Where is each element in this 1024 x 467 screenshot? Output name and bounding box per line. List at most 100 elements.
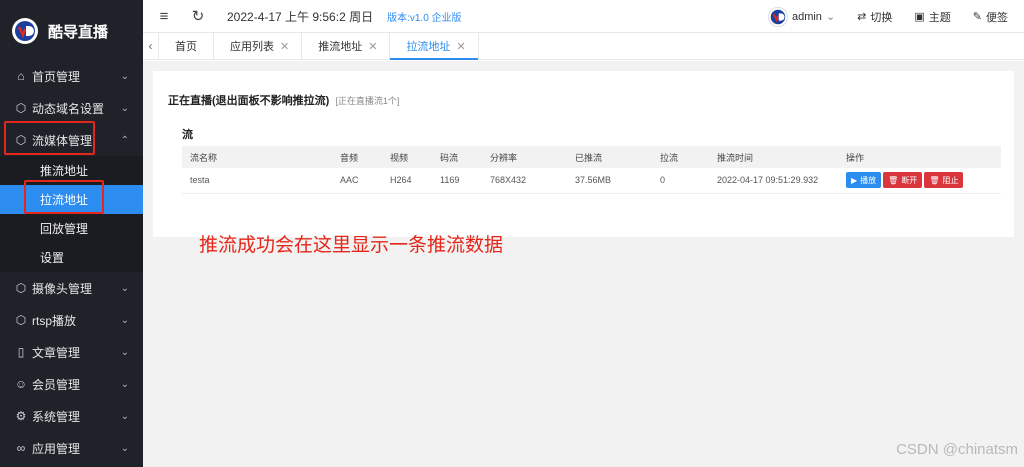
section-label: 流: [182, 129, 193, 141]
menu-toggle-icon[interactable]: ≡: [155, 8, 173, 25]
play-button[interactable]: ▶ 播放: [846, 172, 882, 189]
avatar: [767, 6, 788, 27]
topbar: ≡ ↻ 2022-4-17 上午 9:56:2 周日 版本:v1.0 企业版 a…: [143, 0, 1024, 33]
cell-audio: AAC: [332, 168, 382, 194]
col-header: 视频: [382, 146, 432, 168]
chevron-down-icon: ⌄: [120, 282, 129, 294]
watermark: CSDN @chinatsm: [896, 441, 1018, 458]
close-icon[interactable]: ✕: [280, 40, 289, 53]
col-header: 拉流: [652, 146, 709, 168]
user-menu[interactable]: admin ⌄: [767, 6, 836, 27]
sidebar-item-label: 系统管理: [32, 409, 81, 424]
annotation-text: 推流成功会在这里显示一条推流数据: [199, 235, 504, 256]
table-header-row: 流名称 音频 视频 码流 分辨率 已推流 拉流 推流时间 操作: [182, 146, 1001, 168]
sidebar: 酷导直播 ⌂ 首页管理 ⌄ ⬡ 动态域名设置 ⌄ ⬡ 流媒体管理 ⌃ 推流地址 …: [0, 0, 143, 467]
pencil-icon: ✎: [972, 11, 982, 23]
block-label: 阻止: [942, 175, 959, 185]
switch-icon: ⇄: [857, 11, 867, 23]
subitem-label: 拉流地址: [40, 193, 89, 207]
cell-time: 2022-04-17 09:51:29.932: [709, 168, 838, 194]
cell-video: H264: [382, 168, 432, 194]
switch-button[interactable]: ⇄ 切换: [857, 9, 892, 25]
chevron-down-icon: ⌄: [120, 410, 129, 422]
tabs-bar: ‹ 首页 应用列表 ✕ 推流地址 ✕ 拉流地址 ✕: [143, 33, 1024, 60]
chevron-down-icon: ⌄: [120, 346, 129, 358]
datetime: 2022-4-17 上午 9:56:2 周日: [227, 9, 374, 24]
cell-bitrate: 1169: [432, 168, 482, 194]
logo-icon: [12, 18, 38, 44]
col-header: 推流时间: [709, 146, 838, 168]
sidebar-item-system[interactable]: ⚙ 系统管理 ⌄: [0, 400, 143, 432]
col-header: 已推流: [567, 146, 652, 168]
play-label: 播放: [860, 175, 877, 185]
sidebar-subitem-playback[interactable]: 回放管理: [0, 214, 143, 243]
sidebar-item-members[interactable]: ☺ 会员管理 ⌄: [0, 368, 143, 400]
tab-label: 拉流地址: [406, 41, 451, 53]
chevron-down-icon: ⌄: [120, 314, 129, 326]
subitem-label: 回放管理: [40, 222, 89, 236]
sidebar-item-camera[interactable]: ⬡ 摄像头管理 ⌄: [0, 272, 143, 304]
chevron-down-icon: ⌄: [120, 378, 129, 390]
chevron-left-icon[interactable]: ‹: [143, 33, 159, 59]
chevron-down-icon: ⌄: [120, 442, 129, 454]
sidebar-subitem-pull[interactable]: 拉流地址: [0, 185, 143, 214]
cube-icon: ⬡: [15, 101, 27, 115]
live-panel: 正在直播(退出面板不影响推拉流) [正在直播流1个] 流 流名称 音频 视频 码流…: [153, 71, 1014, 256]
tab-label: 应用列表: [230, 41, 274, 53]
chevron-down-icon: ⌄: [120, 102, 129, 114]
live-count-hint: [正在直播流1个]: [335, 96, 400, 106]
tab-push-url[interactable]: 推流地址 ✕: [302, 33, 391, 59]
sidebar-item-label: 会员管理: [32, 377, 81, 392]
notes-label: 便签: [986, 11, 1008, 24]
tab-label: 推流地址: [318, 41, 363, 53]
col-header: 流名称: [182, 146, 332, 168]
tab-app-list[interactable]: 应用列表 ✕: [214, 33, 303, 59]
sidebar-item-label: 动态域名设置: [32, 101, 105, 116]
notes-button[interactable]: ✎ 便签: [973, 9, 1008, 25]
document-icon: ▯: [17, 345, 25, 359]
table-row: testa AAC H264 1169 768X432 37.56MB 0 20…: [182, 168, 1001, 194]
panel-title-text: 正在直播(退出面板不影响推拉流): [168, 95, 330, 107]
sidebar-item-label: 首页管理: [32, 69, 81, 84]
sidebar-item-apps[interactable]: ∞ 应用管理 ⌄: [0, 432, 143, 464]
sidebar-item-label: rtsp播放: [32, 313, 77, 328]
disconnect-button[interactable]: 🗑 断开: [883, 172, 923, 189]
chevron-down-icon: ⌄: [120, 70, 129, 82]
panel-title: 正在直播(退出面板不影响推拉流) [正在直播流1个]: [168, 92, 399, 108]
streams-table: 流名称 音频 视频 码流 分辨率 已推流 拉流 推流时间 操作 testa AA…: [182, 146, 1001, 194]
cube-icon: ⬡: [15, 313, 27, 327]
users-icon: ☺: [14, 377, 28, 391]
tab-label: 首页: [175, 41, 197, 53]
sidebar-item-ddns[interactable]: ⬡ 动态域名设置 ⌄: [0, 92, 143, 124]
sidebar-subitem-settings[interactable]: 设置: [0, 243, 143, 272]
sidebar-item-media[interactable]: ⬡ 流媒体管理 ⌃: [0, 124, 143, 156]
sidebar-item-home[interactable]: ⌂ 首页管理 ⌄: [0, 60, 143, 92]
col-header: 音频: [332, 146, 382, 168]
cell-pull: 0: [652, 168, 709, 194]
col-header: 码流: [432, 146, 482, 168]
brand-title: 酷导直播: [48, 23, 109, 41]
brand[interactable]: 酷导直播: [0, 0, 143, 62]
cell-pushed: 37.56MB: [567, 168, 652, 194]
theme-icon: ▣: [914, 11, 925, 23]
subitem-label: 推流地址: [40, 164, 89, 178]
sidebar-item-rtsp[interactable]: ⬡ rtsp播放 ⌄: [0, 304, 143, 336]
sidebar-item-articles[interactable]: ▯ 文章管理 ⌄: [0, 336, 143, 368]
tab-home[interactable]: 首页: [159, 33, 214, 59]
cube-icon: ⬡: [15, 281, 27, 295]
close-icon[interactable]: ✕: [368, 40, 377, 53]
topbar-actions: admin ⌄ ⇄ 切换 ▣ 主题 ✎ 便签: [767, 0, 1008, 33]
cell-name: testa: [182, 168, 332, 194]
col-header: 分辨率: [482, 146, 567, 168]
chevron-down-icon: ⌄: [825, 11, 836, 23]
cell-resolution: 768X432: [482, 168, 567, 194]
block-button[interactable]: 🗑 阻止: [924, 172, 964, 189]
username: admin: [791, 10, 822, 23]
close-icon[interactable]: ✕: [456, 40, 465, 53]
refresh-icon[interactable]: ↻: [189, 7, 207, 25]
theme-button[interactable]: ▣ 主题: [914, 9, 950, 25]
tab-pull-url[interactable]: 拉流地址 ✕: [390, 33, 479, 60]
gear-icon: ⚙: [15, 409, 27, 423]
disconnect-label: 断开: [901, 175, 918, 185]
sidebar-subitem-push[interactable]: 推流地址: [0, 156, 143, 185]
